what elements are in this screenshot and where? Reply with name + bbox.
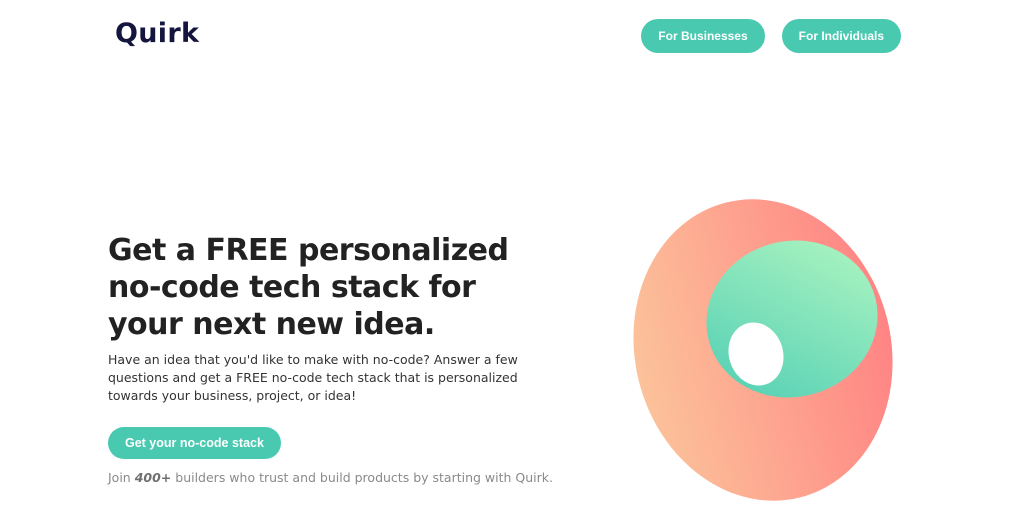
logo[interactable]: Quirk (115, 18, 199, 49)
hero-subtext: Have an idea that you'd like to make wit… (108, 352, 518, 403)
builder-count: 400+ (134, 470, 172, 485)
headline-line: no-code tech stack for (108, 270, 476, 305)
social-proof: Join 400+ builders who trust and build p… (108, 470, 588, 485)
social-proof-prefix: Join (108, 470, 135, 485)
headline-line: your next new idea. (108, 307, 435, 342)
landing-page: Quirk For Businesses For Individuals Get… (0, 0, 1024, 512)
top-nav: For Businesses For Individuals (641, 19, 901, 53)
hero-section: Get a FREE personalized no-code tech sta… (108, 232, 588, 485)
social-proof-suffix: builders who trust and build products by… (171, 470, 553, 485)
for-individuals-button[interactable]: For Individuals (781, 19, 901, 53)
for-businesses-button[interactable]: For Businesses (641, 19, 765, 53)
hero-illustration (633, 199, 893, 501)
headline-line: Get a FREE personalized (108, 233, 509, 268)
get-stack-button[interactable]: Get your no-code stack (108, 427, 281, 459)
hero-headline: Get a FREE personalized no-code tech sta… (108, 232, 588, 343)
